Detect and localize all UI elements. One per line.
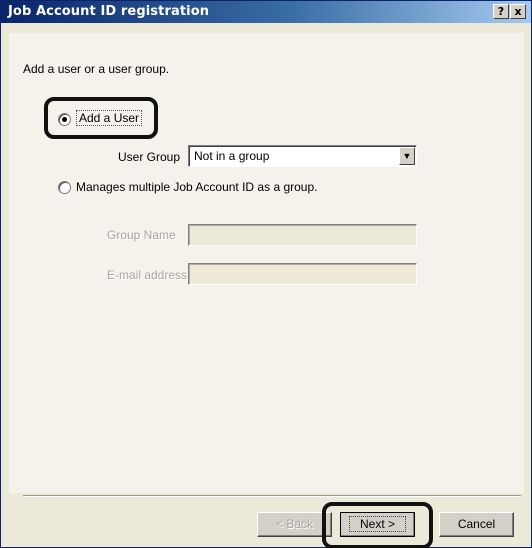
add-user-option[interactable]: Add a User (76, 110, 143, 126)
add-user-radio[interactable] (58, 113, 71, 126)
group-name-input[interactable] (188, 224, 417, 246)
user-group-label: User Group (118, 150, 181, 164)
cancel-button[interactable]: Cancel (439, 512, 514, 537)
job-account-dialog: Job Account ID registration ? x Add a us… (0, 0, 532, 548)
add-user-label: Add a User (76, 110, 143, 126)
title-bar[interactable]: Job Account ID registration ? x (1, 1, 531, 23)
window-title: Job Account ID registration (8, 4, 210, 19)
user-group-select[interactable]: Not in a group ▼ (188, 145, 417, 167)
back-button[interactable]: < Back (257, 512, 332, 537)
footer-divider (23, 495, 521, 497)
chevron-down-icon[interactable]: ▼ (399, 147, 415, 165)
help-button[interactable]: ? (493, 4, 509, 19)
next-button-label: Next > (348, 516, 406, 532)
group-name-label: Group Name (107, 228, 176, 242)
next-button[interactable]: Next > (340, 512, 415, 537)
close-button[interactable]: x (510, 4, 526, 19)
multiple-group-radio[interactable] (58, 181, 71, 194)
user-group-value: Not in a group (194, 149, 270, 163)
email-address-input[interactable] (188, 263, 417, 285)
instruction-text: Add a user or a user group. (23, 62, 170, 76)
email-address-label: E-mail address (107, 268, 188, 282)
multiple-group-label[interactable]: Manages multiple Job Account ID as a gro… (76, 180, 317, 194)
